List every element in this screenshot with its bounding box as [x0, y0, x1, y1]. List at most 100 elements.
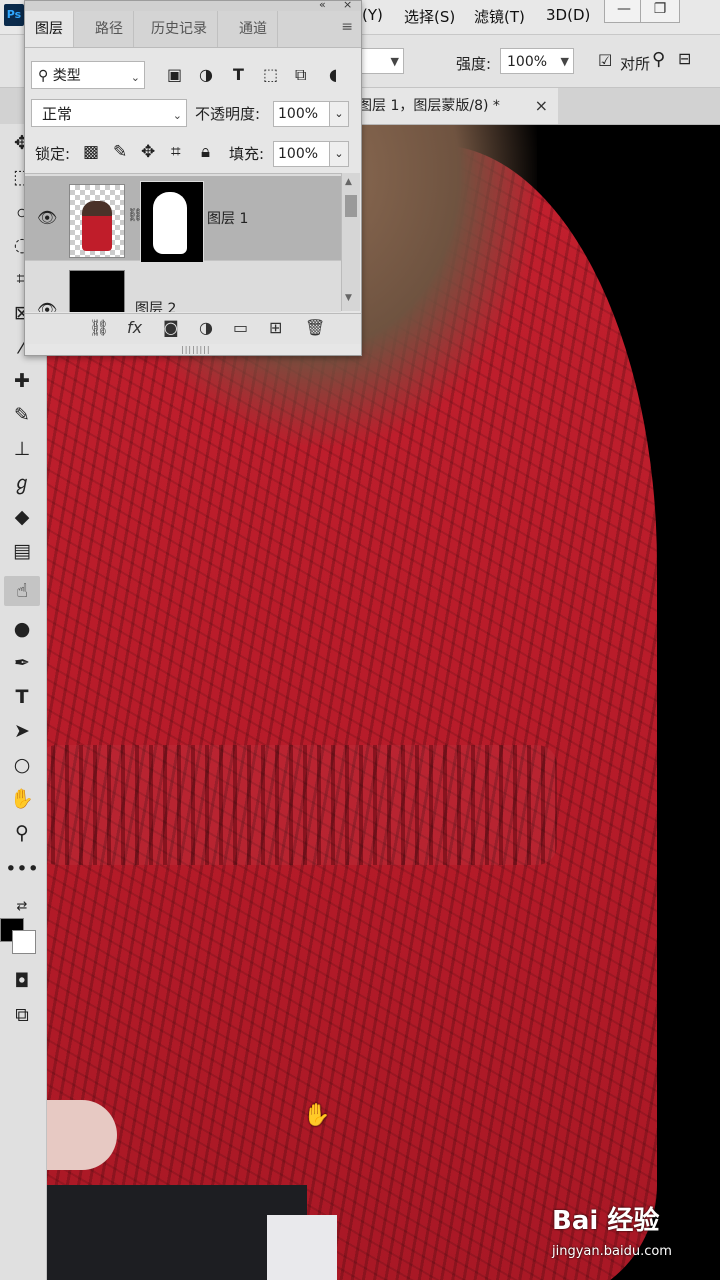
filter-kind-select[interactable]: ⚲ 类型 ⌄	[31, 61, 145, 89]
pen-tool-icon[interactable]: ✒	[4, 648, 40, 678]
tab-history[interactable]: 历史记录	[141, 11, 218, 47]
ellipse-tool-icon[interactable]: ○	[4, 750, 40, 780]
sweater-cuff-image	[47, 745, 557, 865]
tab-paths[interactable]: 路径	[85, 11, 134, 47]
quick-mask-icon[interactable]: ◘	[4, 966, 40, 996]
shape-filter-icon[interactable]: ⬚	[263, 65, 278, 84]
layers-list: 👁︎ ⛓︎ 图层 1 👁︎ 图层 2	[25, 173, 341, 312]
opacity-label: 不透明度:	[195, 105, 261, 123]
eye-icon[interactable]: 👁︎	[37, 300, 57, 312]
strength-label: 强度:	[456, 55, 492, 73]
opacity-dropdown[interactable]: ⌄	[329, 101, 349, 127]
close-icon[interactable]: ×	[343, 0, 352, 11]
document-tab-title: 图层 1，图层蒙版/8) *	[358, 98, 500, 114]
type-tool-icon[interactable]: T	[4, 682, 40, 712]
menu-item-filter[interactable]: 滤镜(T)	[474, 6, 525, 27]
layer-filter-row: ⚲ 类型 ⌄ ▣ ◑ T ⬚ ⧉ ◖	[25, 57, 361, 93]
scrollbar-thumb[interactable]	[345, 195, 357, 217]
clone-stamp-tool-icon[interactable]: ⊥	[4, 434, 40, 464]
filter-kind-value: 类型	[52, 68, 81, 84]
layer-thumbnail	[69, 270, 125, 312]
layer-mask-thumbnail[interactable]	[141, 182, 203, 262]
lock-transparency-icon[interactable]: ▩	[83, 142, 99, 162]
gradient-tool-icon[interactable]: ▤	[4, 536, 40, 566]
path-select-tool-icon[interactable]: ➤	[4, 716, 40, 746]
new-layer-icon[interactable]: ⊞	[269, 318, 282, 337]
healing-brush-tool-icon[interactable]: ✚	[4, 366, 40, 396]
chevron-down-icon: ▼	[390, 55, 399, 68]
lock-image-icon[interactable]: ✎	[113, 142, 127, 162]
lock-all-icon[interactable]: 🔒︎	[201, 142, 210, 162]
fx-icon[interactable]: fx	[127, 318, 142, 337]
layers-bottom-bar: ⛓︎ fx ◙ ◑ ▭ ⊞ 🗑︎	[25, 313, 361, 344]
dodge-tool-icon[interactable]: ●	[4, 614, 40, 644]
blend-mode-select[interactable]: 正常 ⌄	[31, 99, 187, 127]
smart-object-filter-icon[interactable]: ⧉	[295, 65, 306, 85]
tab-layers[interactable]: 图层	[25, 11, 74, 47]
collapse-icon[interactable]: «	[319, 0, 326, 11]
thumbnail-figure	[82, 201, 112, 251]
watermark-url: jingyan.baidu.com	[552, 1244, 672, 1259]
hand-cursor-icon: ✋	[303, 1103, 331, 1128]
layer-name: 图层 1	[207, 211, 249, 227]
layer-row[interactable]: 👁︎ ⛓︎ 图层 1	[25, 176, 341, 262]
menu-item-image[interactable]: (Y)	[362, 6, 383, 24]
trash-icon[interactable]: 🗑︎	[305, 318, 325, 337]
resize-grip-icon[interactable]: ||||||||	[181, 345, 211, 354]
group-folder-icon[interactable]: ▭	[233, 318, 248, 337]
scroll-up-icon[interactable]: ▲	[345, 177, 352, 187]
pixel-filter-icon[interactable]: ▣	[167, 65, 182, 84]
adjustment-layer-icon[interactable]: ◑	[199, 318, 213, 337]
chevron-down-icon: ▼	[560, 55, 569, 68]
more-tools-icon[interactable]: •••	[4, 854, 40, 884]
sample-all-checkbox[interactable]: ☑	[598, 51, 612, 70]
adjustment-filter-icon[interactable]: ◑	[199, 65, 213, 84]
strength-value: 100%	[507, 54, 548, 70]
add-mask-icon[interactable]: ◙	[163, 318, 179, 337]
mode-select[interactable]: ▼	[356, 48, 404, 74]
mask-figure	[153, 192, 187, 254]
lock-artboard-icon[interactable]: ⌗	[171, 142, 181, 162]
scroll-down-icon[interactable]: ▼	[345, 293, 352, 303]
eye-icon[interactable]: 👁︎	[37, 208, 57, 227]
history-brush-tool-icon[interactable]: ℊ	[4, 468, 40, 498]
fill-field[interactable]: 100%	[273, 141, 331, 167]
sample-all-label: 对所	[620, 55, 651, 73]
eraser-tool-icon[interactable]: ◆	[4, 502, 40, 532]
restore-button[interactable]: ❐	[640, 0, 680, 23]
layer-row[interactable]: 👁︎ 图层 2	[25, 262, 341, 312]
menu-item-select[interactable]: 选择(S)	[404, 6, 455, 27]
filter-toggle-icon[interactable]: ◖	[329, 65, 337, 84]
baidu-watermark: Bai 经验 jingyan.baidu.com	[552, 1200, 712, 1270]
photoshop-logo: Ps	[4, 4, 24, 26]
smudge-tool-icon[interactable]: ☝	[4, 576, 40, 606]
fill-dropdown[interactable]: ⌄	[329, 141, 349, 167]
layer-thumbnail	[69, 184, 125, 258]
document-tab[interactable]: 图层 1，图层蒙版/8) * ×	[350, 88, 558, 124]
zoom-tool-icon[interactable]: ⚲	[4, 818, 40, 848]
hand-tool-icon[interactable]: ✋	[4, 784, 40, 814]
watermark-logo: Bai 经验	[552, 1206, 660, 1236]
chevron-down-icon: ⌄	[130, 71, 140, 84]
link-layers-icon[interactable]: ⛓︎	[89, 318, 109, 337]
hand-image	[47, 1100, 117, 1170]
screen-mode-icon[interactable]: ⧉	[4, 1000, 40, 1030]
background-color-swatch[interactable]	[12, 930, 36, 954]
lock-row: 锁定: ▩ ✎ ✥ ⌗ 🔒︎ 填充: 100% ⌄	[25, 137, 361, 171]
panel-tabs: 图层 路径 历史记录 通道 ≡	[25, 11, 361, 48]
lock-position-icon[interactable]: ✥	[141, 142, 155, 162]
panel-header: « ×	[25, 0, 361, 11]
workspace-icon[interactable]: ⊟	[678, 49, 691, 68]
menu-item-3d[interactable]: 3D(D)	[546, 6, 590, 24]
strength-field[interactable]: 100% ▼	[500, 48, 574, 74]
fill-label: 填充:	[229, 145, 265, 163]
layers-scrollbar[interactable]: ▲ ▼	[341, 173, 360, 311]
brush-tool-icon[interactable]: ✎	[4, 400, 40, 430]
minimize-button[interactable]: —	[604, 0, 644, 23]
close-icon[interactable]: ×	[535, 88, 548, 124]
type-filter-icon[interactable]: T	[233, 65, 244, 84]
opacity-field[interactable]: 100%	[273, 101, 331, 127]
search-icon[interactable]: ⚲	[652, 49, 665, 70]
tab-channels[interactable]: 通道	[229, 11, 278, 47]
panel-menu-icon[interactable]: ≡	[341, 19, 353, 35]
